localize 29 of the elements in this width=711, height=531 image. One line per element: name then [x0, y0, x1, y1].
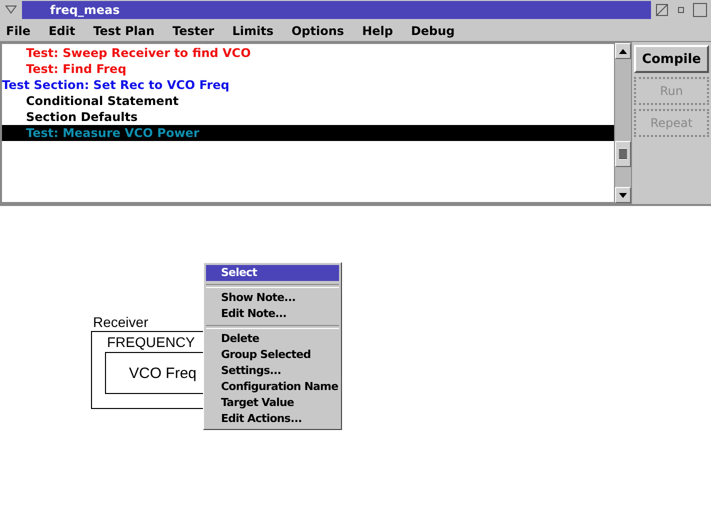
- scroll-thumb[interactable]: [614, 141, 631, 167]
- scroll-down-icon[interactable]: [614, 187, 631, 203]
- menu-item[interactable]: Help: [362, 24, 393, 38]
- plan-list-row[interactable]: Conditional Statement: [2, 93, 614, 109]
- maximize-icon[interactable]: [654, 2, 670, 18]
- plan-list-row[interactable]: Test Section: Set Rec to VCO Freq: [2, 77, 614, 93]
- menu-item[interactable]: Tester: [172, 24, 214, 38]
- plan-list-row[interactable]: Test: Measure VCO Power: [2, 125, 614, 141]
- group-label: Receiver: [93, 314, 148, 330]
- block-label: FREQUENCY: [107, 334, 195, 350]
- scrollbar[interactable]: [614, 42, 632, 204]
- context-menu-item[interactable]: Edit Actions...: [206, 411, 339, 427]
- menu-item[interactable]: Options: [291, 24, 344, 38]
- menu-item[interactable]: Debug: [410, 24, 455, 38]
- context-menu-item[interactable]: Select: [206, 265, 339, 281]
- context-menu-item[interactable]: Show Note...: [206, 290, 339, 306]
- window-title: freq_meas: [22, 1, 651, 19]
- scroll-up-icon[interactable]: [614, 43, 631, 59]
- context-menu-item[interactable]: Delete: [206, 331, 339, 347]
- action-button[interactable]: Compile: [634, 45, 709, 73]
- context-menu-item[interactable]: Edit Note...: [206, 306, 339, 322]
- menu-item[interactable]: File: [6, 24, 31, 38]
- menu-item[interactable]: Test Plan: [93, 24, 155, 38]
- plan-list-row[interactable]: Section Defaults: [2, 109, 614, 125]
- plan-list-row[interactable]: Test: Find Freq: [2, 61, 614, 77]
- context-menu-item[interactable]: Target Value: [206, 395, 339, 411]
- menu-item[interactable]: Limits: [232, 24, 274, 38]
- plan-list-row[interactable]: Test: Sweep Receiver to find VCO: [2, 45, 614, 61]
- menu-item[interactable]: Edit: [48, 24, 76, 38]
